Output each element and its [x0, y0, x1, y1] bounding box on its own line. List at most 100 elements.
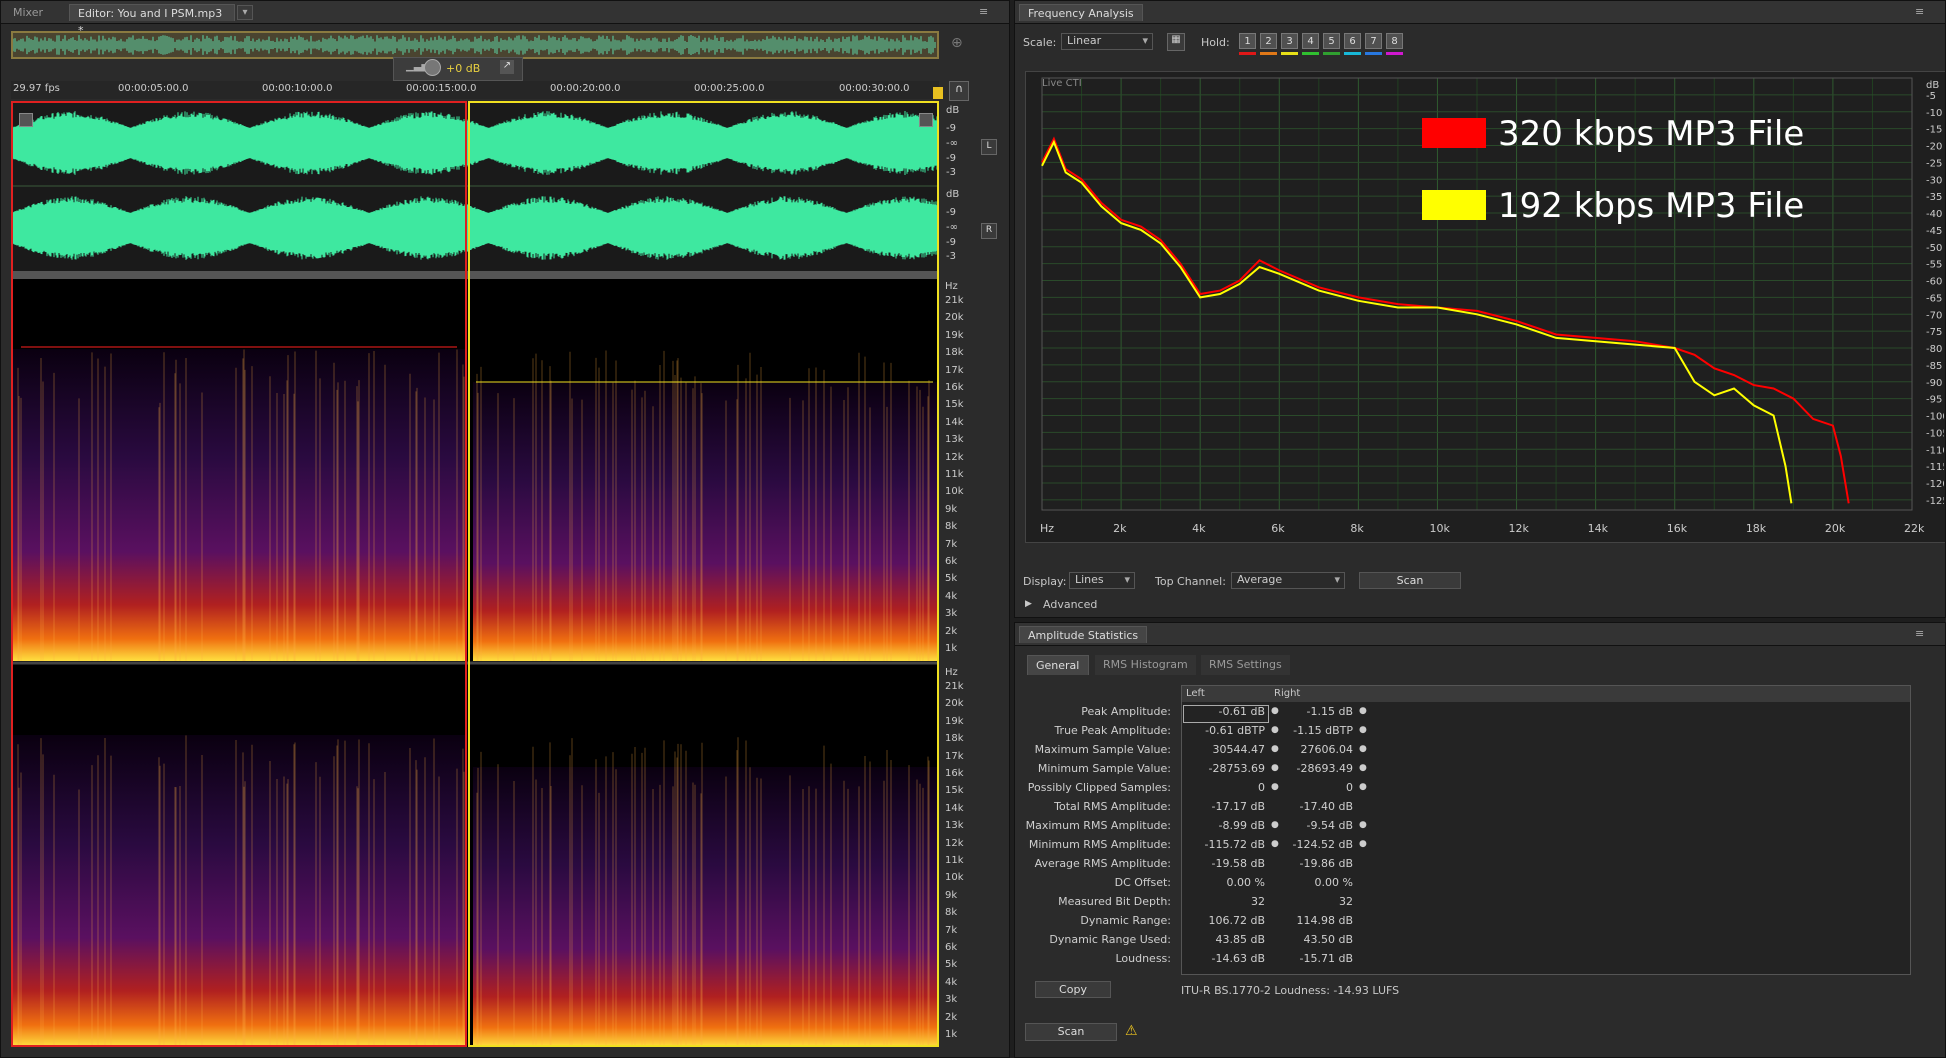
legend-swatch-192 — [1422, 190, 1486, 220]
y-tick-label: -80 — [1926, 344, 1942, 355]
go-to-marker-icon[interactable]: ● — [1271, 820, 1279, 830]
time-tick: 00:00:30:00.0 — [839, 83, 910, 94]
hz-tick: 4k — [945, 976, 958, 988]
go-to-marker-icon[interactable]: ● — [1359, 782, 1367, 792]
go-to-marker-icon[interactable]: ● — [1271, 782, 1279, 792]
volume-knob-icon[interactable] — [424, 59, 441, 76]
overview-bar[interactable] — [11, 31, 939, 59]
hold-button-1[interactable]: 1 — [1239, 33, 1256, 49]
hold-button-8[interactable]: 8 — [1386, 33, 1403, 49]
go-to-marker-icon[interactable]: ● — [1271, 725, 1279, 735]
y-tick-label: -50 — [1926, 243, 1942, 254]
y-tick-label: -65 — [1926, 293, 1942, 304]
db-tick: -3 — [946, 167, 956, 178]
stat-right-value: 114.98 dB — [1296, 914, 1353, 927]
stat-left-value: 43.85 dB — [1215, 933, 1265, 946]
y-tick-label: -40 — [1926, 209, 1942, 220]
hold-button-5[interactable]: 5 — [1323, 33, 1340, 49]
headphones-icon[interactable]: ∩ — [949, 81, 969, 101]
stat-label: Measured Bit Depth: — [1058, 895, 1171, 908]
y-tick-label: -70 — [1926, 310, 1942, 321]
tab-frequency-analysis[interactable]: Frequency Analysis — [1019, 4, 1143, 21]
stat-left-value: 0 — [1258, 781, 1265, 794]
go-to-marker-icon[interactable]: ● — [1271, 744, 1279, 754]
frequency-graph[interactable]: Hz 2k 4k 6k 8k 10k 12k 14k 16k 18k 20k 22k dB -5 -10 -1… — [1025, 71, 1945, 543]
freq-scan-button[interactable]: Scan — [1359, 572, 1461, 589]
go-to-marker-icon[interactable]: ● — [1271, 839, 1279, 849]
selection-320kbps[interactable] — [11, 101, 467, 1047]
tab-mixer[interactable]: Mixer — [5, 4, 51, 21]
panel-menu-icon[interactable]: ≡ — [979, 5, 988, 18]
stat-row: Possibly Clipped Samples: 0 0 ● ● — [1015, 781, 1937, 800]
frequency-analysis-panel: Frequency Analysis ≡ Scale: Linear ▦ Hol… — [1014, 0, 1946, 618]
top-channel-label: Top Channel: — [1155, 575, 1226, 588]
copy-button[interactable]: Copy — [1035, 981, 1111, 998]
col-left-header: Left — [1186, 688, 1205, 699]
stat-row: Dynamic Range Used: 43.85 dB 43.50 dB — [1015, 933, 1937, 952]
display-dropdown[interactable]: Lines — [1069, 572, 1135, 589]
db-tick: -3 — [946, 251, 956, 262]
hold-button-6[interactable]: 6 — [1344, 33, 1361, 49]
go-to-marker-icon[interactable]: ● — [1359, 744, 1367, 754]
go-to-marker-icon[interactable]: ● — [1359, 839, 1367, 849]
zoom-icon[interactable]: ⊕ — [951, 35, 963, 51]
go-to-marker-icon[interactable]: ● — [1271, 763, 1279, 773]
volume-hud[interactable]: ▁▃▅ +0 dB ↗ — [393, 57, 523, 81]
panel-menu-icon[interactable]: ≡ — [1915, 5, 1924, 18]
y-tick-label: -125 — [1926, 496, 1944, 507]
hz-tick: 9k — [945, 503, 958, 515]
stats-tab-rms-histogram[interactable]: RMS Histogram — [1095, 655, 1196, 675]
y-tick-label: -60 — [1926, 277, 1942, 288]
hold-button-4[interactable]: 4 — [1302, 33, 1319, 49]
stats-tabbar: Amplitude Statistics ≡ — [1015, 623, 1945, 646]
y-tick-label: -10 — [1926, 108, 1942, 119]
go-to-marker-icon[interactable]: ● — [1359, 763, 1367, 773]
selected-cell[interactable] — [1183, 705, 1269, 723]
warning-icon: ⚠ — [1125, 1023, 1138, 1039]
playhead-icon[interactable] — [933, 87, 943, 99]
hold-button-7[interactable]: 7 — [1365, 33, 1382, 49]
hold-button-2[interactable]: 2 — [1260, 33, 1277, 49]
hz-tick: 14k — [945, 802, 964, 814]
tab-editor[interactable]: Editor: You and I PSM.mp3 * — [69, 4, 235, 37]
stats-tab-general[interactable]: General — [1027, 655, 1089, 675]
advanced-toggle-icon[interactable]: ▶ — [1025, 599, 1032, 609]
db-tick: -∞ — [946, 138, 958, 149]
scale-dropdown[interactable]: Linear — [1061, 33, 1153, 50]
go-to-marker-icon[interactable]: ● — [1359, 725, 1367, 735]
hz-tick: 21k — [945, 295, 964, 306]
advanced-toggle[interactable]: Advanced — [1043, 598, 1097, 611]
overview-waveform — [13, 35, 936, 55]
editor-file-dropdown[interactable]: ▾ — [237, 5, 253, 20]
hz-tick: 10k — [945, 872, 964, 884]
channel-right-button[interactable]: R — [981, 223, 997, 239]
fps-label: 29.97 fps — [13, 83, 60, 94]
stat-left-value: -14.63 dB — [1211, 952, 1266, 965]
channel-left-button[interactable]: L — [981, 139, 997, 155]
y-tick-label: -120 — [1926, 479, 1944, 490]
hz-tick: 2k — [945, 1011, 958, 1023]
go-to-marker-icon[interactable]: ● — [1271, 706, 1279, 716]
stat-row: Minimum RMS Amplitude: -115.72 dB -124.52 … — [1015, 838, 1937, 857]
hz-tick: 7k — [945, 538, 958, 550]
copy-graph-icon[interactable]: ▦ — [1167, 33, 1185, 51]
stats-tab-rms-settings[interactable]: RMS Settings — [1201, 655, 1290, 675]
timeline-ruler[interactable]: 29.97 fps 00:00:05:00.0 00:00:10:00.0 00… — [11, 81, 939, 99]
go-to-marker-icon[interactable]: ● — [1359, 706, 1367, 716]
hz-tick: 16k — [945, 768, 964, 779]
hz-tick: 3k — [945, 994, 958, 1006]
panel-menu-icon[interactable]: ≡ — [1915, 627, 1924, 640]
hold-button-3[interactable]: 3 — [1281, 33, 1298, 49]
hud-pin-icon[interactable]: ↗ — [500, 60, 514, 74]
x-tick-label: 18k — [1746, 522, 1767, 535]
db-tick: -9 — [946, 153, 956, 164]
selection-192kbps[interactable] — [468, 101, 939, 1047]
stat-label: True Peak Amplitude: — [1054, 724, 1171, 737]
tab-amplitude-statistics[interactable]: Amplitude Statistics — [1019, 626, 1148, 643]
legend-label-192: 192 kbps MP3 File — [1498, 186, 1805, 226]
hold-color-4 — [1302, 52, 1319, 55]
go-to-marker-icon[interactable]: ● — [1359, 820, 1367, 830]
top-channel-dropdown[interactable]: Average — [1231, 572, 1345, 589]
stats-scan-button[interactable]: Scan — [1025, 1023, 1117, 1041]
stat-left-value: -0.61 dBTP — [1205, 724, 1265, 737]
